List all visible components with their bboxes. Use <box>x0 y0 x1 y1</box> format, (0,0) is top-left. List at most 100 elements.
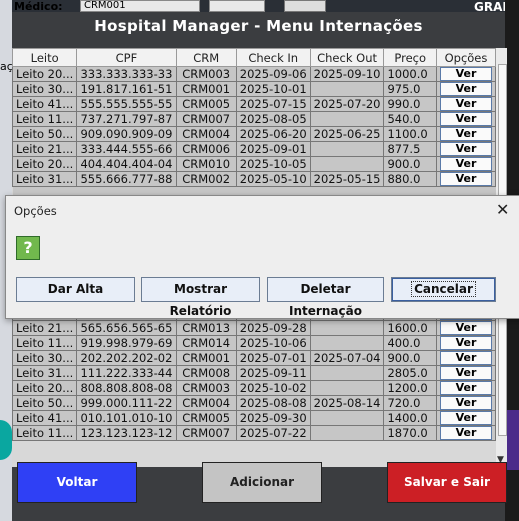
cell-preco: 1870.0 <box>383 425 437 441</box>
table-row[interactable]: Leito 30... 191.817.161-51 CRM001 2025-10-0… <box>12 81 496 97</box>
question-icon: ? <box>16 236 40 260</box>
cell-check-out: 2025-06-25 <box>309 126 385 142</box>
ver-button[interactable]: Ver <box>439 366 492 380</box>
cell-check-out: 2025-08-14 <box>309 395 385 411</box>
ver-button[interactable]: Ver <box>439 172 492 186</box>
cancelar-button[interactable]: Cancelar <box>391 277 496 302</box>
cell-opcoes: Ver <box>435 365 496 381</box>
cell-preco: 900.0 <box>383 156 437 172</box>
cell-check-in: 2025-10-05 <box>235 156 311 172</box>
cell-leito: Leito 30... <box>12 350 78 366</box>
cell-crm: CRM005 <box>175 96 237 112</box>
cell-preco: 900.0 <box>383 350 437 366</box>
ver-button[interactable]: Ver <box>439 381 492 395</box>
cell-check-in: 2025-10-02 <box>235 380 311 396</box>
col-header-check-out[interactable]: Check Out <box>309 48 385 67</box>
ver-button[interactable]: Ver <box>439 351 492 365</box>
cell-leito: Leito 41... <box>12 410 78 426</box>
cell-check-out <box>309 410 385 426</box>
cell-check-in: 2025-07-22 <box>235 425 311 441</box>
cell-check-in: 2025-05-10 <box>235 171 311 187</box>
close-icon[interactable]: ✕ <box>496 200 509 219</box>
ver-button[interactable]: Ver <box>439 426 492 440</box>
cell-opcoes: Ver <box>435 156 496 172</box>
table-header-row: Leito CPF CRM Check In Check Out Preço O… <box>12 48 496 67</box>
ver-button[interactable]: Ver <box>439 396 492 410</box>
cell-preco: 877.5 <box>383 141 437 157</box>
table-row[interactable]: Leito 31... 555.666.777-88 CRM002 2025-05-1… <box>12 171 496 187</box>
col-header-crm[interactable]: CRM <box>175 48 237 67</box>
cell-cpf: 333.444.555-66 <box>76 141 177 157</box>
cell-check-out <box>309 156 385 172</box>
cell-preco: 880.0 <box>383 171 437 187</box>
cell-check-out <box>309 425 385 441</box>
opcoes-dialog: Opções ✕ ? Dar Alta Mostrar Relatório De… <box>5 195 519 319</box>
cell-crm: CRM007 <box>175 425 237 441</box>
cell-crm: CRM004 <box>175 126 237 142</box>
cell-preco: 540.0 <box>383 111 437 127</box>
cell-check-out <box>309 365 385 381</box>
cell-opcoes: Ver <box>435 171 496 187</box>
table-row[interactable]: Leito 20... 808.808.808-08 CRM003 2025-10-0… <box>12 380 496 396</box>
table-row[interactable]: Leito 30... 202.202.202-02 CRM001 2025-07-0… <box>12 350 496 366</box>
table-row[interactable]: Leito 41... 555.555.555-55 CRM005 2025-07-1… <box>12 96 496 112</box>
cell-check-in: 2025-09-11 <box>235 365 311 381</box>
table-row[interactable]: Leito 31... 111.222.333-44 CRM008 2025-09-1… <box>12 365 496 381</box>
table-row[interactable]: Leito 21... 565.656.565-65 CRM013 2025-09-2… <box>12 320 496 336</box>
ver-button[interactable]: Ver <box>439 142 492 156</box>
cell-opcoes: Ver <box>435 320 496 336</box>
deletar-internacao-button[interactable]: Deletar Internação <box>267 277 384 318</box>
cell-cpf: 737.271.797-87 <box>76 111 177 127</box>
voltar-button[interactable]: Voltar <box>17 462 137 503</box>
cell-check-out: 2025-09-10 <box>309 66 385 82</box>
mostrar-relatorio-button[interactable]: Mostrar Relatório <box>141 277 260 318</box>
ver-button[interactable]: Ver <box>439 411 492 425</box>
cell-leito: Leito 31... <box>12 365 78 381</box>
cell-preco: 1100.0 <box>383 126 437 142</box>
cell-opcoes: Ver <box>435 111 496 127</box>
ver-button[interactable]: Ver <box>439 321 492 335</box>
table-row[interactable]: Leito 11... 919.998.979-69 CRM014 2025-10-0… <box>12 335 496 351</box>
cell-cpf: 111.222.333-44 <box>76 365 177 381</box>
col-header-leito[interactable]: Leito <box>12 48 78 67</box>
col-header-preco[interactable]: Preço <box>383 48 437 67</box>
col-header-cpf[interactable]: CPF <box>76 48 177 67</box>
cell-crm: CRM010 <box>175 156 237 172</box>
cell-preco: 2805.0 <box>383 365 437 381</box>
cell-crm: CRM013 <box>175 320 237 336</box>
cell-check-out <box>309 111 385 127</box>
cell-opcoes: Ver <box>435 395 496 411</box>
ver-button[interactable]: Ver <box>439 97 492 111</box>
table-row[interactable]: Leito 21... 333.444.555-66 CRM006 2025-09-0… <box>12 141 496 157</box>
salvar-e-sair-button[interactable]: Salvar e Sair <box>387 462 507 503</box>
cell-cpf: 909.090.909-09 <box>76 126 177 142</box>
adicionar-button[interactable]: Adicionar <box>202 462 322 503</box>
cell-check-out <box>309 335 385 351</box>
ver-button[interactable]: Ver <box>439 67 492 81</box>
ver-button[interactable]: Ver <box>439 336 492 350</box>
table-row[interactable]: Leito 50... 999.000.111-22 CRM004 2025-08-0… <box>12 395 496 411</box>
table-row[interactable]: Leito 11... 737.271.797-87 CRM007 2025-08-0… <box>12 111 496 127</box>
ver-button[interactable]: Ver <box>439 82 492 96</box>
ver-button[interactable]: Ver <box>439 157 492 171</box>
table-row[interactable]: Leito 50... 909.090.909-09 CRM004 2025-06-2… <box>12 126 496 142</box>
cell-leito: Leito 41... <box>12 96 78 112</box>
background-button[interactable] <box>284 0 326 12</box>
col-header-opcoes[interactable]: Opções <box>435 48 496 67</box>
cell-preco: 1600.0 <box>383 320 437 336</box>
dar-alta-button[interactable]: Dar Alta <box>16 277 135 302</box>
cell-opcoes: Ver <box>435 66 496 82</box>
cell-cpf: 555.666.777-88 <box>76 171 177 187</box>
cell-check-in: 2025-10-01 <box>235 81 311 97</box>
ver-button[interactable]: Ver <box>439 127 492 141</box>
medico-combo[interactable]: CRM001 <box>80 0 200 12</box>
col-header-check-in[interactable]: Check In <box>235 48 311 67</box>
ver-button[interactable]: Ver <box>439 112 492 126</box>
table-row[interactable]: Leito 41... 010.101.010-10 CRM005 2025-09-3… <box>12 410 496 426</box>
table-row[interactable]: Leito 11... 123.123.123-12 CRM007 2025-07-2… <box>12 425 496 441</box>
background-field[interactable] <box>209 0 265 12</box>
table-row[interactable]: Leito 20... 333.333.333-33 CRM003 2025-09-0… <box>12 66 496 82</box>
cell-cpf: 565.656.565-65 <box>76 320 177 336</box>
table-row[interactable]: Leito 20... 404.404.404-04 CRM010 2025-10-0… <box>12 156 496 172</box>
cell-preco: 1400.0 <box>383 410 437 426</box>
